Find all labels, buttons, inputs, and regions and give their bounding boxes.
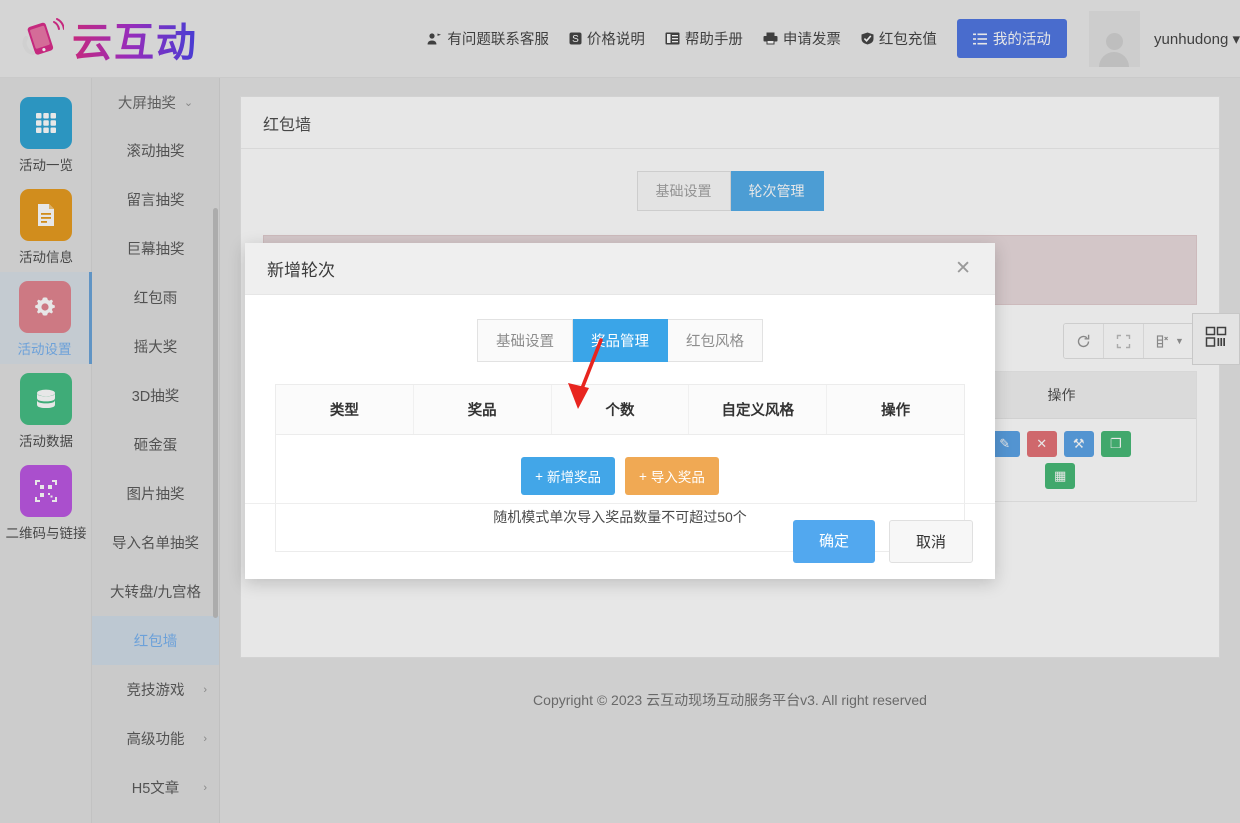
- add-prize-label: 新增奖品: [547, 470, 601, 485]
- dialog-header: 新增轮次 ✕: [245, 243, 995, 295]
- plus-icon: +: [639, 468, 647, 484]
- close-icon[interactable]: ✕: [949, 255, 977, 282]
- column-action: 操作: [881, 403, 911, 419]
- tab-label: 基础设置: [496, 334, 554, 350]
- dialog-footer: 确定 取消: [245, 503, 995, 579]
- dialog-tab-prize-management[interactable]: 奖品管理: [573, 319, 668, 362]
- tab-label: 奖品管理: [591, 334, 649, 350]
- column-type: 类型: [276, 385, 414, 434]
- cancel-button[interactable]: 取消: [888, 520, 973, 563]
- dialog-title: 新增轮次: [267, 261, 335, 280]
- dialog-tab-redpacket-style[interactable]: 红包风格: [668, 319, 763, 362]
- import-prize-label: 导入奖品: [650, 470, 705, 485]
- prize-action-buttons: + 新增奖品 + 导入奖品: [276, 457, 964, 495]
- plus-icon: +: [535, 468, 543, 484]
- dialog-tabs: 基础设置 奖品管理 红包风格: [275, 319, 965, 362]
- column-custom-style: 自定义风格: [689, 385, 828, 434]
- column-count: 个数: [552, 385, 690, 434]
- confirm-button[interactable]: 确定: [792, 520, 875, 563]
- prize-table-header: 类型 奖品 个数 自定义风格 操作: [276, 385, 964, 435]
- add-prize-button[interactable]: + 新增奖品: [521, 457, 615, 495]
- dialog-tab-basic-settings[interactable]: 基础设置: [477, 319, 573, 362]
- column-prize: 奖品: [414, 385, 552, 434]
- tab-label: 红包风格: [686, 334, 744, 350]
- add-round-dialog: 新增轮次 ✕ 基础设置 奖品管理 红包风格 类型 奖品 个数 自定义风格 操作 …: [245, 243, 995, 579]
- import-prize-button[interactable]: + 导入奖品: [625, 457, 719, 495]
